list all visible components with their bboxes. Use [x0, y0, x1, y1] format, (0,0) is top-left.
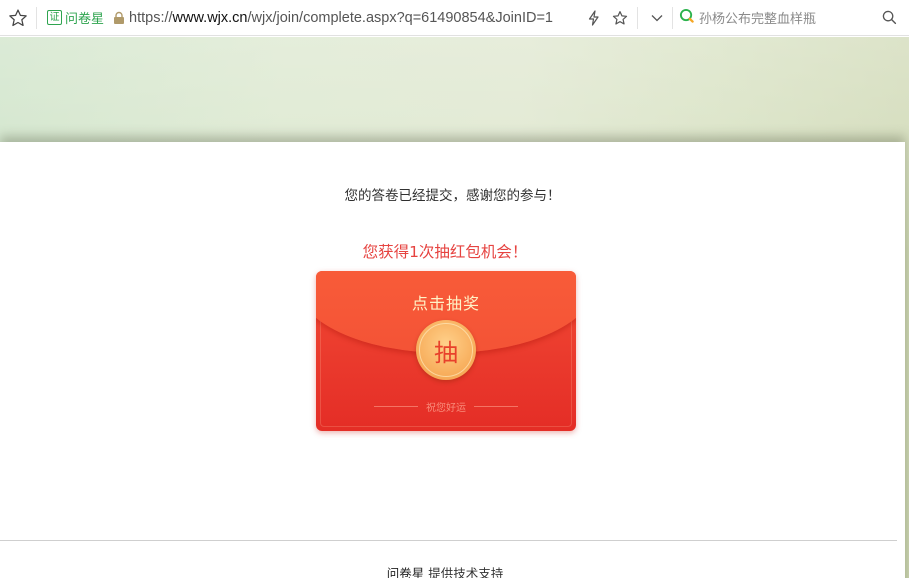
footer-brand-link[interactable]: 问卷星 — [387, 566, 425, 578]
url-field[interactable]: https://www.wjx.cn/wjx/join/complete.asp… — [129, 10, 581, 26]
site-name: 问卷星 — [65, 12, 105, 27]
submitted-message: 您的答卷已经提交，感谢您的参与！ — [344, 188, 561, 204]
envelope-flap — [316, 271, 576, 353]
favorites-star-icon[interactable] — [0, 0, 36, 36]
footer-divider — [0, 540, 897, 541]
prize-message: 您获得1次抽红包机会！ — [362, 243, 528, 261]
footer: 问卷星 提供技术支持 — [0, 563, 890, 578]
search-engine-icon — [679, 8, 694, 27]
draw-button-label: 抽 — [434, 338, 458, 367]
completion-card: 您的答卷已经提交，感谢您的参与！ 您获得1次抽红包机会！ 点击抽奖 抽 祝您好运… — [0, 142, 905, 578]
envelope-title[interactable]: 点击抽奖 — [316, 290, 576, 314]
browser-address-bar: 证 问卷星 https://www.wjx.cn/wjx/join/comple… — [0, 0, 909, 36]
divider-line — [474, 406, 518, 407]
draw-button[interactable]: 抽 — [416, 320, 476, 380]
footer-text: 提供技术支持 — [428, 566, 504, 578]
lightning-icon[interactable] — [581, 0, 607, 36]
good-luck-label: 祝您好运 — [426, 403, 466, 414]
good-luck-text: 祝您好运 — [316, 399, 576, 414]
site-certificate[interactable]: 证 问卷星 — [47, 8, 104, 27]
search-suggestion: 孙杨公布完整血样瓶 — [699, 12, 817, 27]
url-prefix: https:// — [129, 9, 173, 26]
url-domain: www.wjx.cn — [172, 9, 248, 26]
envelope-border — [320, 275, 572, 427]
search-box[interactable]: 孙杨公布完整血样瓶 — [679, 8, 869, 27]
toolbar-divider — [637, 6, 638, 29]
toolbar-divider — [36, 6, 37, 29]
search-icon[interactable] — [869, 10, 909, 25]
bookmark-star-icon[interactable] — [607, 0, 633, 36]
divider-line — [374, 406, 418, 407]
lock-icon — [112, 11, 126, 25]
toolbar-divider — [672, 6, 673, 29]
chevron-down-icon[interactable] — [644, 0, 670, 36]
certificate-icon: 证 — [47, 10, 62, 25]
page-background: 您的答卷已经提交，感谢您的参与！ 您获得1次抽红包机会！ 点击抽奖 抽 祝您好运… — [0, 37, 909, 578]
url-path: /wjx/join/complete.aspx?q=61490854&JoinI… — [247, 9, 553, 26]
red-envelope[interactable]: 点击抽奖 抽 祝您好运 — [316, 271, 576, 431]
